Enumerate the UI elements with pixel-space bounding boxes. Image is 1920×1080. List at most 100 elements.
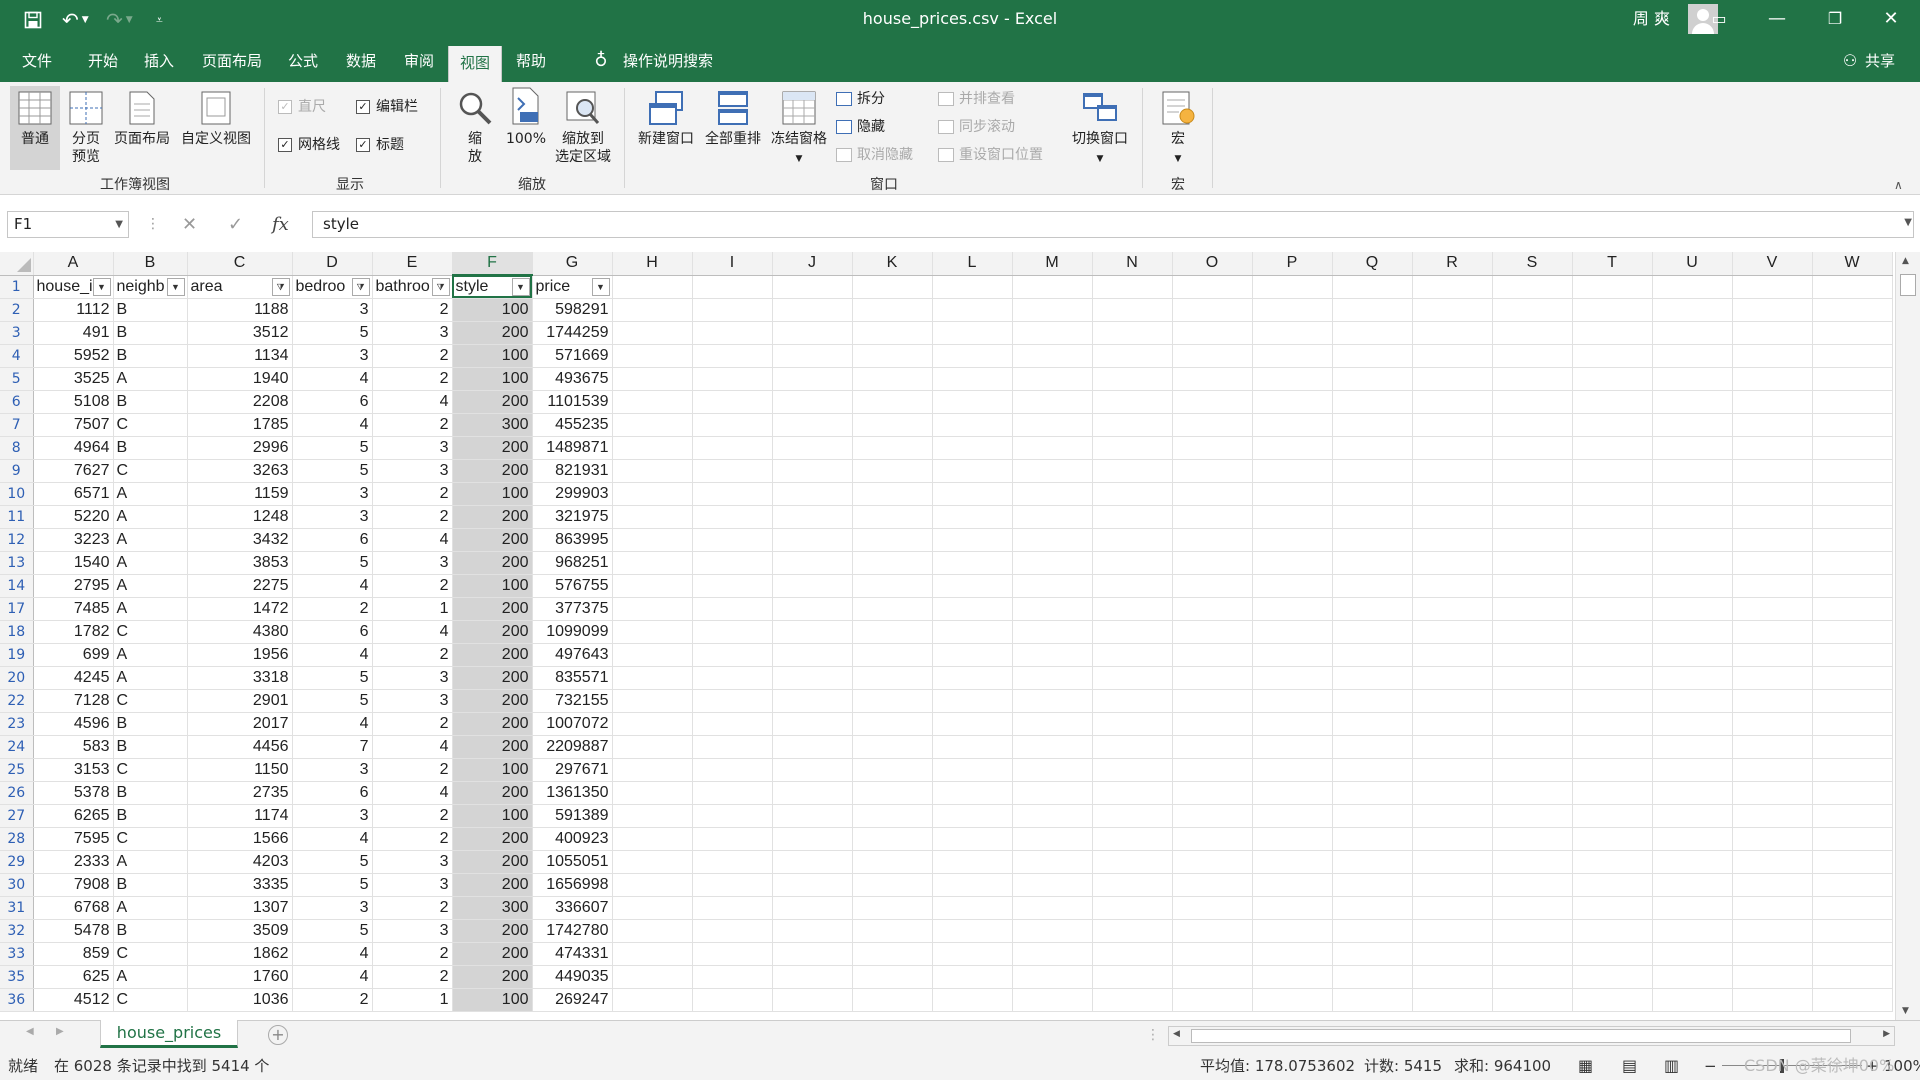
cell[interactable]: B — [113, 390, 188, 414]
cell[interactable] — [1012, 505, 1093, 529]
cell[interactable]: 732155 — [532, 689, 613, 713]
cell[interactable] — [1812, 551, 1893, 575]
cell[interactable] — [1732, 344, 1813, 368]
cell[interactable] — [1172, 781, 1253, 805]
cell[interactable]: 200 — [452, 597, 533, 621]
cell[interactable] — [612, 712, 693, 736]
cell[interactable]: 3 — [292, 804, 373, 828]
cell[interactable] — [852, 988, 933, 1012]
cell[interactable] — [1732, 827, 1813, 851]
cell[interactable] — [932, 459, 1013, 483]
cell[interactable] — [1172, 965, 1253, 989]
cell[interactable] — [1252, 896, 1333, 920]
cell[interactable]: 598291 — [532, 298, 613, 322]
cell[interactable] — [1172, 919, 1253, 943]
cell[interactable] — [1812, 965, 1893, 989]
cell[interactable] — [1732, 712, 1813, 736]
cell[interactable] — [1652, 275, 1733, 299]
cell[interactable]: 1760 — [187, 965, 293, 989]
cell[interactable]: 2 — [372, 367, 453, 391]
tab-formulas[interactable]: 公式 — [280, 40, 326, 82]
cell[interactable] — [1572, 436, 1653, 460]
cell[interactable] — [692, 459, 773, 483]
cell[interactable]: C — [113, 459, 188, 483]
cell[interactable] — [852, 413, 933, 437]
cell[interactable] — [1572, 666, 1653, 690]
cell[interactable] — [1732, 643, 1813, 667]
cell[interactable] — [1492, 482, 1573, 506]
cell[interactable] — [1732, 275, 1813, 299]
cell[interactable] — [612, 758, 693, 782]
cell[interactable] — [1572, 781, 1653, 805]
cell[interactable] — [1012, 321, 1093, 345]
tab-insert[interactable]: 插入 — [136, 40, 182, 82]
cell[interactable] — [1092, 781, 1173, 805]
cell[interactable] — [1572, 850, 1653, 874]
cell[interactable] — [772, 597, 853, 621]
zoom-out-icon[interactable]: − — [1704, 1052, 1717, 1080]
cell[interactable] — [1092, 367, 1173, 391]
cell[interactable] — [612, 942, 693, 966]
cell[interactable] — [1092, 574, 1173, 598]
cell[interactable] — [1812, 597, 1893, 621]
cell[interactable] — [1012, 574, 1093, 598]
cell[interactable]: 200 — [452, 666, 533, 690]
cell[interactable] — [1092, 896, 1173, 920]
cell[interactable] — [612, 482, 693, 506]
cell[interactable] — [1332, 712, 1413, 736]
cell[interactable] — [852, 275, 933, 299]
scroll-down-icon[interactable]: ▼ — [1902, 1006, 1909, 1016]
cell[interactable] — [1732, 321, 1813, 345]
cell[interactable] — [772, 873, 853, 897]
cell[interactable] — [1332, 620, 1413, 644]
cell[interactable]: 1150 — [187, 758, 293, 782]
cell[interactable] — [1652, 689, 1733, 713]
cell[interactable]: 3512 — [187, 321, 293, 345]
cell[interactable] — [1732, 666, 1813, 690]
cell[interactable] — [612, 781, 693, 805]
cell[interactable]: 5 — [292, 551, 373, 575]
cell[interactable] — [1492, 321, 1573, 345]
cell[interactable] — [772, 781, 853, 805]
cell[interactable] — [1252, 965, 1333, 989]
column-header[interactable]: S — [1492, 252, 1573, 276]
cell[interactable] — [1652, 850, 1733, 874]
sheet-table[interactable]: A B C D E F G H I J K L M N O P Q R S T U V W 1 house_i ▼ neighb ▼ a… — [0, 252, 1893, 1012]
cell[interactable]: 200 — [452, 850, 533, 874]
cell[interactable] — [1332, 919, 1413, 943]
cell[interactable]: 5378 — [33, 781, 114, 805]
cell[interactable]: 1472 — [187, 597, 293, 621]
cell[interactable]: 4596 — [33, 712, 114, 736]
cell[interactable] — [1332, 505, 1413, 529]
cell[interactable] — [1572, 367, 1653, 391]
cell[interactable] — [1092, 804, 1173, 828]
cell[interactable]: 297671 — [532, 758, 613, 782]
cell[interactable] — [612, 367, 693, 391]
cell[interactable] — [1732, 735, 1813, 759]
cell[interactable] — [772, 804, 853, 828]
cell[interactable] — [1572, 597, 1653, 621]
cell[interactable] — [932, 965, 1013, 989]
cell[interactable] — [772, 850, 853, 874]
cell[interactable] — [1572, 758, 1653, 782]
cell[interactable] — [612, 666, 693, 690]
cell[interactable] — [852, 804, 933, 828]
cell[interactable] — [1092, 482, 1173, 506]
cell[interactable] — [932, 781, 1013, 805]
column-header[interactable]: Q — [1332, 252, 1413, 276]
cell[interactable]: 4 — [292, 643, 373, 667]
cell[interactable]: A — [113, 965, 188, 989]
cell[interactable] — [1492, 620, 1573, 644]
cell[interactable]: 2017 — [187, 712, 293, 736]
tab-splitter-icon[interactable]: ⋮ — [1146, 1027, 1160, 1043]
cell[interactable] — [1172, 804, 1253, 828]
cell[interactable]: 5 — [292, 459, 373, 483]
cell[interactable] — [1412, 850, 1493, 874]
cell[interactable] — [1412, 873, 1493, 897]
column-header[interactable]: U — [1652, 252, 1733, 276]
cell[interactable] — [1492, 574, 1573, 598]
cell[interactable] — [1812, 781, 1893, 805]
cell[interactable] — [1812, 643, 1893, 667]
cell[interactable] — [772, 643, 853, 667]
cell[interactable] — [1652, 344, 1733, 368]
